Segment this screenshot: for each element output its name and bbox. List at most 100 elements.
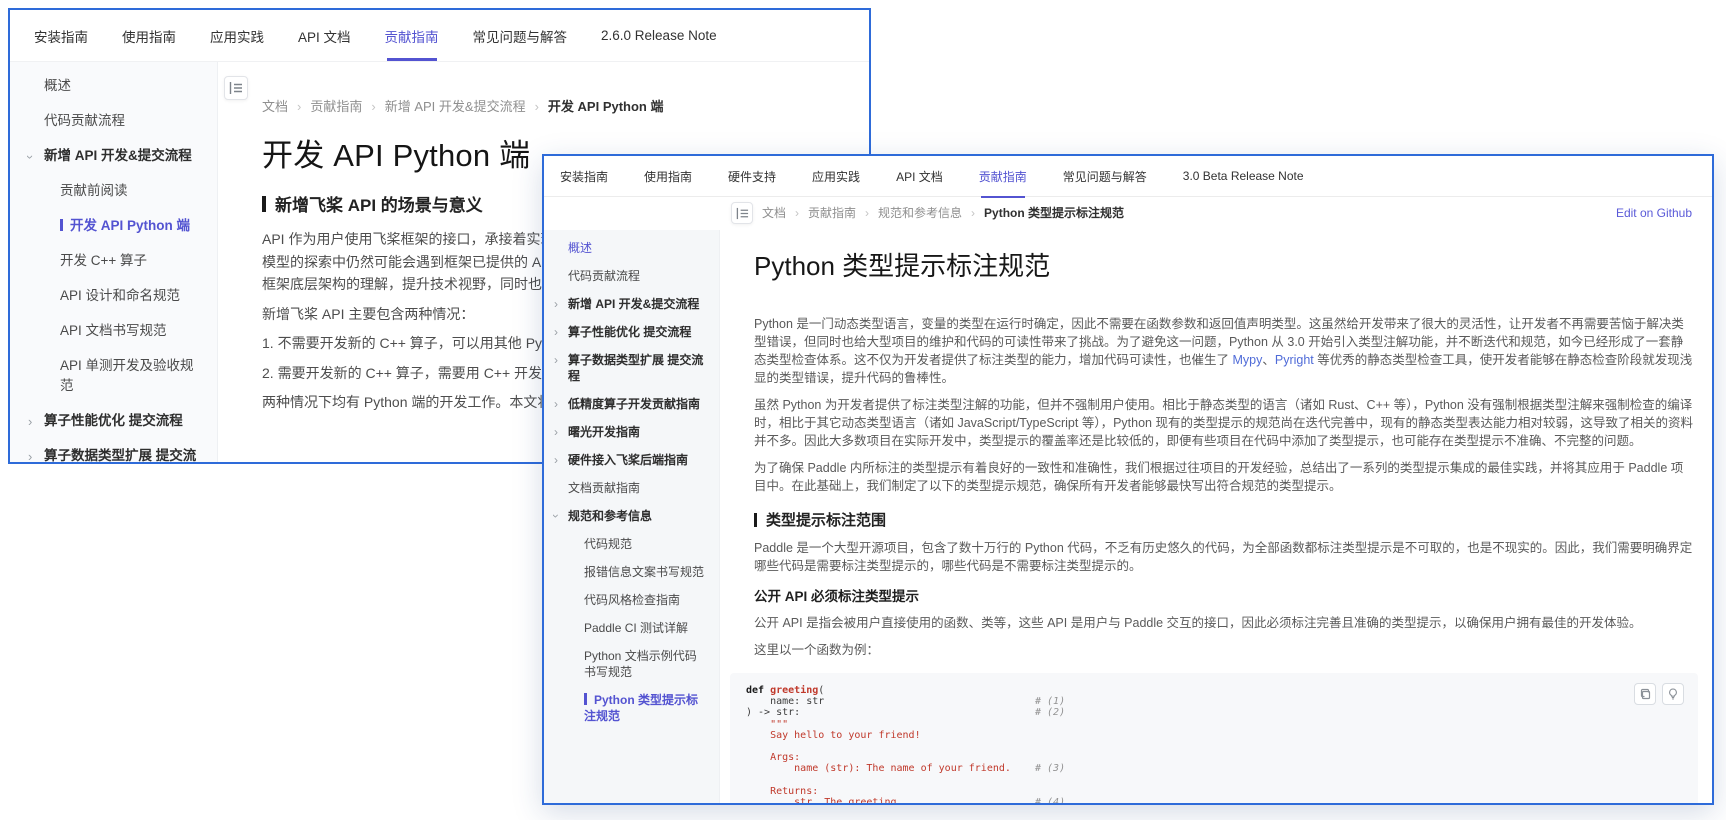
sidebar-item-label: 曙光开发指南 (568, 425, 640, 439)
chevron-right-icon: › (554, 424, 558, 440)
nav-item[interactable]: 应用实践 (210, 26, 264, 46)
edit-on-github-link[interactable]: Edit on Github (1616, 197, 1692, 230)
breadcrumb-current: Python 类型提示标注规范 (984, 206, 1124, 220)
top-navigation: 安装指南 使用指南 硬件支持 应用实践 API 文档 贡献指南 常见问题与解答 3.0 Bet… (544, 156, 1712, 197)
copy-code-button[interactable] (1634, 683, 1656, 705)
sidebar-item-label: 算子性能优化 提交流程 (44, 413, 183, 428)
sidebar-item[interactable]: 代码规范 (544, 536, 719, 552)
breadcrumb-link[interactable]: 新增 API 开发&提交流程 (385, 99, 526, 114)
sidebar-item[interactable]: Paddle CI 测试详解 (544, 620, 719, 636)
sidebar-item[interactable]: ›新增 API 开发&提交流程 (10, 146, 217, 166)
sidebar-item[interactable]: ›算子性能优化 提交流程 (544, 324, 719, 340)
sidebar-item-label: API 单测开发及验收规范 (60, 358, 194, 393)
intro-paragraph-3: 为了确保 Paddle 内所标注的类型提示有着良好的一致性和准确性，我们根据过往… (754, 459, 1694, 495)
code-line (746, 775, 1682, 786)
nav-item[interactable]: 应用实践 (812, 168, 860, 185)
code-content: def greeting( name: str # (1)) -> str: #… (746, 685, 1682, 803)
sidebar-item[interactable]: 代码贡献流程 (544, 268, 719, 284)
nav-item[interactable]: 常见问题与解答 (1063, 168, 1147, 185)
sidebar-item-label: 文档贡献指南 (568, 481, 640, 495)
nav-item[interactable]: 3.0 Beta Release Note (1183, 169, 1304, 183)
nav-item[interactable]: 常见问题与解答 (473, 26, 568, 46)
sidebar-item[interactable]: Python 类型提示标注规范 (544, 692, 719, 724)
mypy-link[interactable]: Mypy (1232, 353, 1262, 367)
chevron-right-icon: › (554, 452, 558, 468)
sidebar-item[interactable]: › 曙光开发指南 (544, 424, 719, 440)
example-intro-paragraph: 这里以一个函数为例： (754, 641, 1694, 659)
nav-item[interactable]: 安装指南 (560, 168, 608, 185)
breadcrumb-row: 文档›贡献指南›规范和参考信息›Python 类型提示标注规范 Edit on … (544, 197, 1712, 230)
breadcrumb-separator: › (297, 99, 301, 114)
sidebar-item-label: 代码风格检查指南 (584, 593, 680, 607)
heading-bar-marker (754, 513, 757, 527)
sidebar-item-label: Python 类型提示标注规范 (584, 693, 698, 723)
sidebar-item[interactable]: 开发 C++ 算子 (10, 251, 217, 271)
nav-item[interactable]: 安装指南 (34, 26, 88, 46)
sidebar-item[interactable]: ›算子数据类型扩展 提交流程 (10, 446, 217, 462)
sidebar-item[interactable]: ›算子数据类型扩展 提交流程 (544, 352, 719, 384)
breadcrumb-link[interactable]: 贡献指南 (808, 206, 856, 220)
breadcrumb-link[interactable]: 文档 (262, 99, 288, 114)
sidebar-item-label: 新增 API 开发&提交流程 (568, 297, 699, 311)
sidebar-item-label: 贡献前阅读 (60, 183, 128, 198)
sidebar-item[interactable]: 概述 (544, 240, 719, 256)
sidebar-item[interactable]: 贡献前阅读 (10, 181, 217, 201)
sidebar-item[interactable]: 代码贡献流程 (10, 111, 217, 131)
sidebar-item-label: 硬件接入飞桨后端指南 (568, 453, 688, 467)
sidebar-item[interactable]: › 新增 API 开发&提交流程 (544, 296, 719, 312)
sidebar-toggle-button[interactable] (731, 202, 753, 224)
sidebar-item-label: 开发 API Python 端 (70, 218, 190, 233)
sidebar-item[interactable]: › 规范和参考信息 (544, 508, 719, 524)
public-api-paragraph: 公开 API 是指会被用户直接使用的函数、类等，这些 API 是用户与 Padd… (754, 614, 1694, 632)
nav-item[interactable]: 贡献指南 (979, 168, 1027, 185)
sidebar-item[interactable]: › 算子性能优化 提交流程 (10, 411, 217, 431)
scope-paragraph: Paddle 是一个大型开源项目，包含了数十万行的 Python 代码，不乏有历… (754, 539, 1694, 575)
sidebar-item-label: 低精度算子开发贡献指南 (568, 397, 700, 411)
sidebar-item[interactable]: 文档贡献指南 (544, 480, 719, 496)
breadcrumb-link[interactable]: 贡献指南 (310, 99, 362, 114)
code-line: Returns: (746, 786, 1682, 797)
code-line: str, The greeting. # (4) (746, 797, 1682, 803)
sidebar-item[interactable]: Python 文档示例代码书写规范 (544, 648, 719, 680)
breadcrumb-link[interactable]: 规范和参考信息 (878, 206, 962, 220)
pyright-link[interactable]: Pyright (1275, 353, 1314, 367)
nav-item[interactable]: 使用指南 (644, 168, 692, 185)
heading-bar-marker (262, 196, 266, 212)
section-heading: 类型提示标注范围 (754, 509, 1698, 530)
copy-icon (1639, 688, 1651, 700)
sidebar-item-label: API 设计和命名规范 (60, 288, 180, 303)
breadcrumb-link[interactable]: 文档 (762, 206, 786, 220)
sidebar-item[interactable]: 报错信息文案书写规范 (544, 564, 719, 580)
nav-item[interactable]: 使用指南 (122, 26, 176, 46)
nav-item[interactable]: 硬件支持 (728, 168, 776, 185)
sidebar-navigation: 概述代码贡献流程 › 新增 API 开发&提交流程 ›算子性能优化 提交流程 ›算子数据… (544, 230, 720, 803)
chevron-right-icon: › (554, 296, 558, 312)
top-navigation: 安装指南 使用指南 应用实践 API 文档 贡献指南 常见问题与解答 2.6.0 Relea… (10, 10, 869, 62)
paragraph-text: 、 (1262, 353, 1275, 367)
hint-button[interactable] (1662, 683, 1684, 705)
sidebar-item[interactable]: ›低精度算子开发贡献指南 (544, 396, 719, 412)
sidebar-item-label: 报错信息文案书写规范 (584, 565, 704, 579)
sidebar-item[interactable]: API 设计和命名规范 (10, 286, 217, 306)
code-line (746, 741, 1682, 752)
nav-item[interactable]: 贡献指南 (385, 26, 439, 46)
sidebar-item[interactable]: › 硬件接入飞桨后端指南 (544, 452, 719, 468)
sidebar-item[interactable]: API 文档书写规范 (10, 321, 217, 341)
chevron-right-icon: › (28, 412, 32, 432)
nav-item[interactable]: API 文档 (298, 26, 351, 46)
chevron-right-icon: › (554, 324, 558, 340)
nav-item[interactable]: 2.6.0 Release Note (601, 28, 717, 43)
chevron-down-icon: › (548, 514, 564, 518)
sidebar-toggle-button[interactable] (224, 76, 248, 100)
sidebar-item[interactable]: API 单测开发及验收规范 (10, 356, 217, 396)
breadcrumb-current: 开发 API Python 端 (548, 99, 664, 114)
active-indicator-bar (584, 693, 587, 705)
nav-item[interactable]: API 文档 (896, 168, 943, 185)
sidebar-item[interactable]: 开发 API Python 端 (10, 216, 217, 236)
sidebar-item-label: 规范和参考信息 (568, 509, 652, 523)
lightbulb-icon (1667, 688, 1679, 700)
sidebar-item[interactable]: 代码风格检查指南 (544, 592, 719, 608)
code-block: def greeting( name: str # (1)) -> str: #… (730, 673, 1698, 803)
sidebar-item-label: 新增 API 开发&提交流程 (44, 148, 192, 163)
sidebar-item[interactable]: 概述 (10, 76, 217, 96)
